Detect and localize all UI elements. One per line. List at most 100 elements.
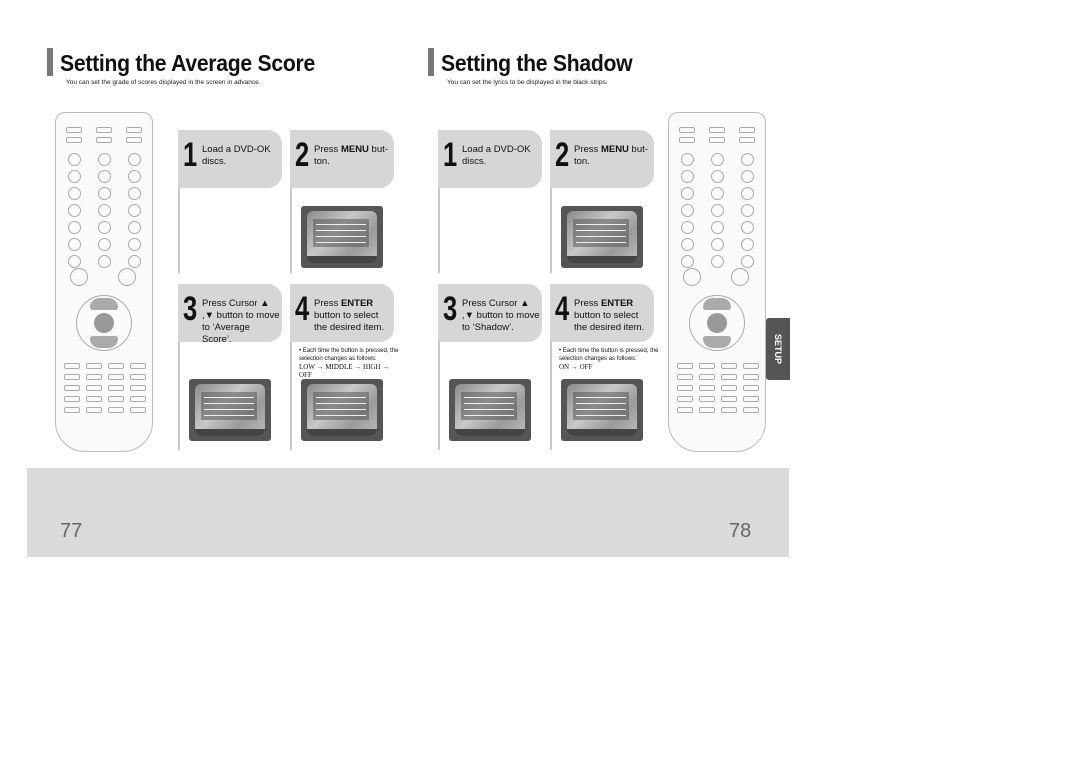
remote-key — [98, 255, 111, 268]
remote-button — [677, 374, 693, 380]
remote-button — [86, 407, 102, 413]
enter-button — [94, 313, 114, 333]
selection-note: • Each time the button is pressed, the s… — [559, 347, 659, 371]
remote-button — [64, 363, 80, 369]
step-text: Press ENTER button to select the desired… — [314, 298, 394, 334]
remote-key — [681, 187, 694, 200]
setup-side-tab[interactable]: SETUP — [766, 318, 790, 380]
remote-button — [709, 127, 725, 133]
step-text: Press MENU but-ton. — [314, 144, 394, 168]
step-number: 4 — [555, 290, 570, 328]
left-page-title: Setting the Average Score — [60, 50, 315, 76]
remote-key — [128, 255, 141, 268]
remote-key — [128, 238, 141, 251]
step-text-post: button to select the desired item. — [574, 310, 645, 333]
step-text: Load a DVD-OK discs. — [462, 144, 531, 167]
remote-button — [126, 137, 142, 143]
step-text-pre: Press — [574, 144, 601, 155]
remote-button — [64, 407, 80, 413]
left-col-2-bottom: 4 Press ENTER button to select the desire… — [290, 284, 399, 450]
remote-key — [741, 187, 754, 200]
remote-button — [108, 385, 124, 391]
step-text-pre: Press — [314, 298, 341, 309]
cursor-pad — [689, 295, 745, 351]
step-4: 4 Press ENTER button to select the desire… — [290, 284, 394, 342]
tv-screen-image — [449, 379, 531, 441]
tv-screen-image — [301, 379, 383, 441]
page-number-right: 78 — [729, 520, 752, 542]
remote-button — [679, 137, 695, 143]
remote-button — [721, 374, 737, 380]
cursor-down-icon — [90, 336, 118, 348]
remote-key — [68, 170, 81, 183]
step-number: 1 — [183, 136, 198, 174]
step-key: ENTER — [340, 298, 374, 309]
remote-key — [98, 238, 111, 251]
step-text-pre: Press — [574, 298, 601, 309]
remote-button — [96, 127, 112, 133]
left-col-1-bottom: 3 Press Cursor ▲ ,▼ button to move to ‘Av… — [178, 284, 282, 450]
step-2: 2 Press MENU but-ton. — [290, 130, 394, 188]
remote-button — [699, 374, 715, 380]
step-number: 3 — [443, 290, 458, 328]
step-1: 1 Load a DVD-OK discs. — [438, 130, 542, 188]
tv-screen-image — [189, 379, 271, 441]
remote-button — [108, 396, 124, 402]
step-text: Press ENTER button to select the desired… — [574, 298, 654, 334]
step-text: Press Cursor ▲ ,▼ button to move to ‘Sha… — [462, 298, 540, 333]
remote-button — [721, 363, 737, 369]
page-number-left: 77 — [60, 520, 83, 542]
remote-button — [108, 407, 124, 413]
cursor-down-icon — [703, 336, 731, 348]
remote-button — [721, 407, 737, 413]
remote-button — [130, 407, 146, 413]
tv-screen-image — [301, 206, 383, 268]
remote-button — [699, 385, 715, 391]
step-number: 4 — [295, 290, 310, 328]
channel-up-button — [731, 268, 749, 286]
remote-key — [68, 153, 81, 166]
step-1: 1 Load a DVD-OK discs. — [178, 130, 282, 188]
remote-button — [66, 137, 82, 143]
remote-button — [721, 385, 737, 391]
footer-band — [27, 468, 789, 557]
remote-button — [699, 407, 715, 413]
right-col-2-top: 2 Press MENU but-ton. — [550, 130, 654, 273]
remote-button — [66, 127, 82, 133]
step-2: 2 Press MENU but-ton. — [550, 130, 654, 188]
remote-button — [108, 374, 124, 380]
remote-key — [98, 221, 111, 234]
remote-button — [64, 385, 80, 391]
note-text: • Each time the button is pressed, the s… — [299, 348, 399, 362]
enter-button — [707, 313, 727, 333]
volume-up-button — [683, 268, 701, 286]
remote-key — [68, 204, 81, 217]
remote-button — [739, 137, 755, 143]
left-title-bar — [47, 48, 53, 76]
remote-key — [68, 221, 81, 234]
step-text-pre: Press — [314, 144, 341, 155]
remote-key — [128, 170, 141, 183]
tv-screen-image — [561, 206, 643, 268]
remote-button — [86, 363, 102, 369]
remote-button — [130, 385, 146, 391]
remote-control-right — [668, 112, 766, 452]
remote-key — [681, 221, 694, 234]
right-col-1-top: 1 Load a DVD-OK discs. — [438, 130, 542, 273]
remote-key — [98, 153, 111, 166]
remote-key — [741, 170, 754, 183]
remote-button — [64, 374, 80, 380]
remote-key — [98, 204, 111, 217]
cursor-up-icon — [90, 298, 118, 310]
cursor-pad — [76, 295, 132, 351]
remote-button — [739, 127, 755, 133]
right-col-2-bottom: 4 Press ENTER button to select the desire… — [550, 284, 659, 450]
step-text: Load a DVD-OK discs. — [202, 144, 271, 167]
volume-up-button — [70, 268, 88, 286]
step-3: 3 Press Cursor ▲ ,▼ button to move to ‘Sh… — [438, 284, 542, 342]
step-number: 3 — [183, 290, 198, 328]
remote-key — [711, 204, 724, 217]
remote-button — [86, 385, 102, 391]
remote-button — [743, 396, 759, 402]
selection-sequence: LOW → MIDDLE → HIGH → OFF — [299, 363, 390, 379]
